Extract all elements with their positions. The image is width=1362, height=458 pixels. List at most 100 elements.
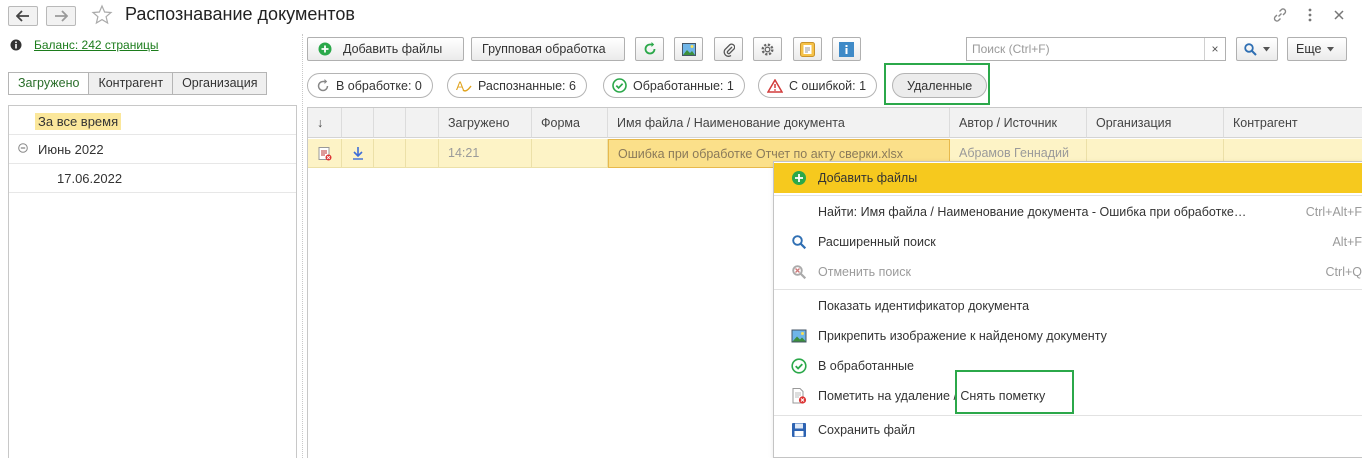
menu-item-label: Показать идентификатор документа — [818, 299, 1030, 313]
check-circle-icon — [791, 358, 807, 374]
menu-separator — [774, 289, 1362, 290]
filter-processing[interactable]: В обработке: 0 — [307, 73, 433, 98]
row-cell-download — [342, 139, 374, 168]
column-header-arrow[interactable]: ↓ — [308, 108, 342, 138]
tree-item-all-time[interactable]: За все время — [9, 106, 296, 135]
tree-item-month[interactable]: Июнь 2022 — [9, 135, 296, 164]
tab-counterparty[interactable]: Контрагент — [88, 72, 174, 95]
row-cell-empty — [406, 139, 439, 168]
tree-item-label: 17.06.2022 — [57, 171, 123, 186]
row-cell-uploaded: 14:21 — [439, 139, 532, 168]
more-label: Еще — [1296, 42, 1322, 56]
plus-circle-icon — [792, 171, 806, 185]
settings-button[interactable] — [753, 37, 782, 61]
warning-icon — [767, 78, 783, 93]
forward-arrow-icon — [55, 10, 68, 22]
search-options-button[interactable] — [1236, 37, 1278, 61]
recognize-icon: A — [456, 79, 472, 93]
chevron-down-icon — [1263, 46, 1270, 51]
column-header-form[interactable]: Форма — [532, 108, 608, 138]
column-header-counterparty[interactable]: Контрагент — [1224, 108, 1362, 138]
row-cell-empty — [374, 139, 406, 168]
search-icon — [792, 235, 807, 250]
document-delete-icon — [792, 388, 807, 404]
more-vert-icon — [1308, 8, 1312, 22]
collapse-icon[interactable] — [18, 141, 28, 156]
group-processing-label: Групповая обработка — [482, 42, 606, 56]
document-export-icon — [800, 41, 815, 57]
back-arrow-icon — [16, 10, 29, 22]
tab-uploaded[interactable]: Загружено — [8, 72, 90, 95]
image-icon — [791, 329, 807, 343]
filter-errors-label: С ошибкой: 1 — [789, 78, 867, 93]
filter-errors[interactable]: С ошибкой: 1 — [758, 73, 878, 98]
menu-item-shortcut: Alt+F — [1332, 235, 1362, 249]
menu-item-label: Найти: Имя файла / Наименование документ… — [818, 205, 1247, 219]
column-header-filename[interactable]: Имя файла / Наименование документа — [608, 108, 950, 138]
column-header-status[interactable] — [342, 108, 374, 138]
menu-item-label: Добавить файлы — [818, 171, 918, 185]
gear-icon — [761, 42, 774, 56]
menu-item-advanced-search[interactable]: Расширенный поиск Alt+F — [774, 227, 1362, 257]
filter-processed[interactable]: Обработанные: 1 — [603, 73, 745, 98]
menu-item-label: В обработанные — [818, 359, 914, 373]
tree-item-label: Июнь 2022 — [38, 142, 104, 157]
search-input[interactable] — [966, 37, 1226, 61]
attach-button[interactable] — [714, 37, 743, 61]
group-processing-button[interactable]: Групповая обработка — [471, 37, 625, 61]
panel-splitter[interactable] — [302, 34, 303, 458]
menu-item-attach-image[interactable]: Прикрепить изображение к найденому докум… — [774, 321, 1362, 351]
more-menu-button[interactable] — [1301, 6, 1319, 24]
chevron-down-icon — [1327, 46, 1335, 51]
search-cancel-icon — [792, 265, 807, 280]
column-header-icon[interactable] — [374, 108, 406, 138]
info-icon — [10, 39, 22, 51]
menu-item-shortcut: Ctrl+Alt+F — [1305, 205, 1362, 219]
back-button[interactable] — [8, 6, 38, 26]
tab-organization[interactable]: Организация — [172, 72, 268, 95]
search-icon — [1244, 42, 1257, 56]
more-button[interactable]: Еще — [1287, 37, 1347, 61]
document-deleted-icon — [318, 147, 332, 161]
check-circle-icon — [612, 78, 627, 93]
menu-item-show-id[interactable]: Показать идентификатор документа — [774, 291, 1362, 321]
row-cell-status — [308, 139, 342, 168]
image-button[interactable] — [674, 37, 703, 61]
refresh-button[interactable] — [635, 37, 664, 61]
menu-item-find[interactable]: Найти: Имя файла / Наименование документ… — [774, 197, 1362, 227]
tree-item-label: За все время — [35, 113, 122, 130]
close-icon — [1334, 10, 1344, 20]
highlight-frame-unmark — [955, 370, 1074, 414]
menu-item-label: Прикрепить изображение к найденому докум… — [818, 329, 1107, 343]
column-header-uploaded[interactable]: Загружено — [439, 108, 532, 138]
menu-item-cancel-search[interactable]: Отменить поиск Ctrl+Q — [774, 257, 1362, 287]
star-icon — [91, 4, 113, 25]
filter-recognized[interactable]: A Распознанные: 6 — [447, 73, 587, 98]
date-tree: За все время Июнь 2022 17.06.2022 — [8, 105, 297, 458]
filter-recognized-label: Распознанные: 6 — [478, 78, 576, 93]
export-button[interactable] — [793, 37, 822, 61]
forward-button[interactable] — [46, 6, 76, 26]
image-icon — [681, 42, 696, 56]
column-header-extra[interactable] — [406, 108, 439, 138]
tree-item-day[interactable]: 17.06.2022 — [9, 164, 296, 193]
add-files-label: Добавить файлы — [343, 42, 443, 56]
filter-processing-label: В обработке: 0 — [336, 78, 422, 93]
link-button[interactable] — [1271, 6, 1289, 24]
menu-item-save-file[interactable]: Сохранить файл — [774, 415, 1362, 445]
info-button[interactable] — [832, 37, 861, 61]
search-clear-button[interactable]: × — [1204, 38, 1225, 60]
save-icon — [792, 423, 806, 437]
refresh-icon — [317, 78, 329, 91]
paperclip-icon — [723, 43, 735, 57]
link-icon — [1273, 8, 1287, 22]
add-files-button[interactable]: Добавить файлы — [307, 37, 464, 61]
balance-link[interactable]: Баланс: 242 страницы — [34, 38, 159, 52]
favorite-star-button[interactable] — [91, 4, 113, 29]
filter-processed-label: Обработанные: 1 — [633, 78, 734, 93]
column-header-author[interactable]: Автор / Источник — [950, 108, 1087, 138]
menu-item-add-files[interactable]: Добавить файлы — [774, 163, 1362, 193]
svg-text:A: A — [456, 79, 464, 93]
column-header-organization[interactable]: Организация — [1087, 108, 1224, 138]
close-button[interactable] — [1330, 6, 1348, 24]
